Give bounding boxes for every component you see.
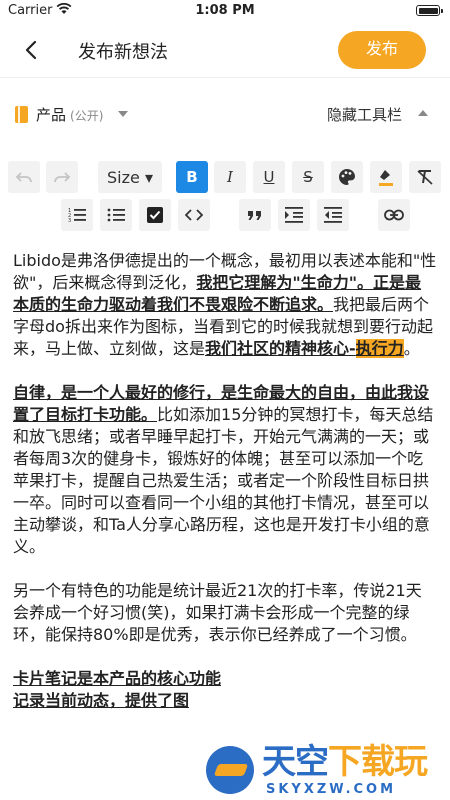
code-icon[interactable]: [178, 199, 210, 231]
outdent-icon[interactable]: [317, 199, 349, 231]
publish-button[interactable]: 发布: [338, 31, 426, 69]
quote-icon[interactable]: [239, 199, 271, 231]
indent-icon[interactable]: [278, 199, 310, 231]
category-visibility: (公开): [70, 109, 104, 123]
editor-content[interactable]: Libido是弗洛伊德提出的一个概念，最初用以表述本能和"性欲"，后来概念得到泛…: [13, 250, 437, 734]
paragraph: Libido是弗洛伊德提出的一个概念，最初用以表述本能和"性欲"，后来概念得到泛…: [13, 250, 437, 360]
watermark-domain: SKYXZW.COM: [266, 782, 397, 797]
bold-text: 记录当前动态，提供了图: [13, 691, 190, 710]
category-selector[interactable]: 产品 (公开): [36, 104, 103, 125]
highlighted-text: 执行力: [355, 339, 404, 358]
watermark-brand: 天空下载玩: [262, 742, 428, 782]
watermark-brand-orange: 下载玩: [328, 742, 428, 782]
underline-button[interactable]: U: [253, 161, 285, 193]
paragraph: 自律，是一个人最好的修行，是生命最大的自由，由此我设置了目标打卡功能。比如添加1…: [13, 382, 437, 558]
ordered-list-icon[interactable]: 123: [61, 199, 93, 231]
category-bar: 产品 (公开) 隐藏工具栏: [0, 84, 450, 146]
format-toolbar: Size ▾ B I U S 123: [0, 155, 450, 235]
bullet-list-icon[interactable]: [100, 199, 132, 231]
nav-bar: 发布新想法 发布: [0, 22, 450, 78]
highlight-color-icon[interactable]: [370, 161, 402, 193]
caret-down-icon[interactable]: [118, 111, 128, 117]
clear-format-icon[interactable]: [409, 161, 441, 193]
bold-button[interactable]: B: [176, 161, 208, 193]
italic-button[interactable]: I: [214, 161, 246, 193]
paragraph: 卡片笔记是本产品的核心功能 记录当前动态，提供了图: [13, 668, 437, 712]
undo-icon[interactable]: [8, 161, 40, 193]
font-size-select[interactable]: Size ▾: [98, 161, 162, 193]
redo-icon[interactable]: [46, 161, 78, 193]
paragraph-text: 另一个有特色的功能是统计最近21次的打卡率，传说21天会养成一个好习惯(笑)，如…: [13, 581, 422, 644]
watermark-logo: 天空下载玩 SKYXZW.COM: [200, 742, 450, 800]
paragraph: 另一个有特色的功能是统计最近21次的打卡率，传说21天会养成一个好习惯(笑)，如…: [13, 580, 437, 646]
status-bar: Carrier 1:08 PM: [0, 0, 450, 22]
notebook-icon: [15, 106, 28, 123]
hide-toolbar-toggle[interactable]: 隐藏工具栏: [327, 104, 402, 125]
palette-icon[interactable]: [331, 161, 363, 193]
bold-text: 卡片笔记是本产品的核心功能: [13, 669, 222, 688]
back-arrow-icon[interactable]: [18, 36, 46, 64]
checkbox-icon[interactable]: [139, 199, 171, 231]
page-title: 发布新想法: [78, 42, 168, 63]
watermark-brand-blue: 天空: [262, 742, 329, 782]
svg-text:3: 3: [68, 218, 71, 223]
paragraph-text: 比如添加15分钟的冥想打卡，每天总结和放飞思绪；或者早睡早起打卡，开始元气满满的…: [13, 405, 434, 556]
airplane-logo-icon: [206, 746, 254, 794]
caret-up-icon[interactable]: [418, 110, 428, 116]
strikethrough-button[interactable]: S: [292, 161, 324, 193]
category-name: 产品: [36, 106, 67, 124]
link-icon[interactable]: [378, 199, 410, 231]
paragraph-text: 。: [403, 339, 420, 358]
battery-icon: [416, 5, 443, 16]
clock: 1:08 PM: [195, 3, 255, 18]
bold-text: 我们社区的精神核心-: [205, 339, 356, 358]
